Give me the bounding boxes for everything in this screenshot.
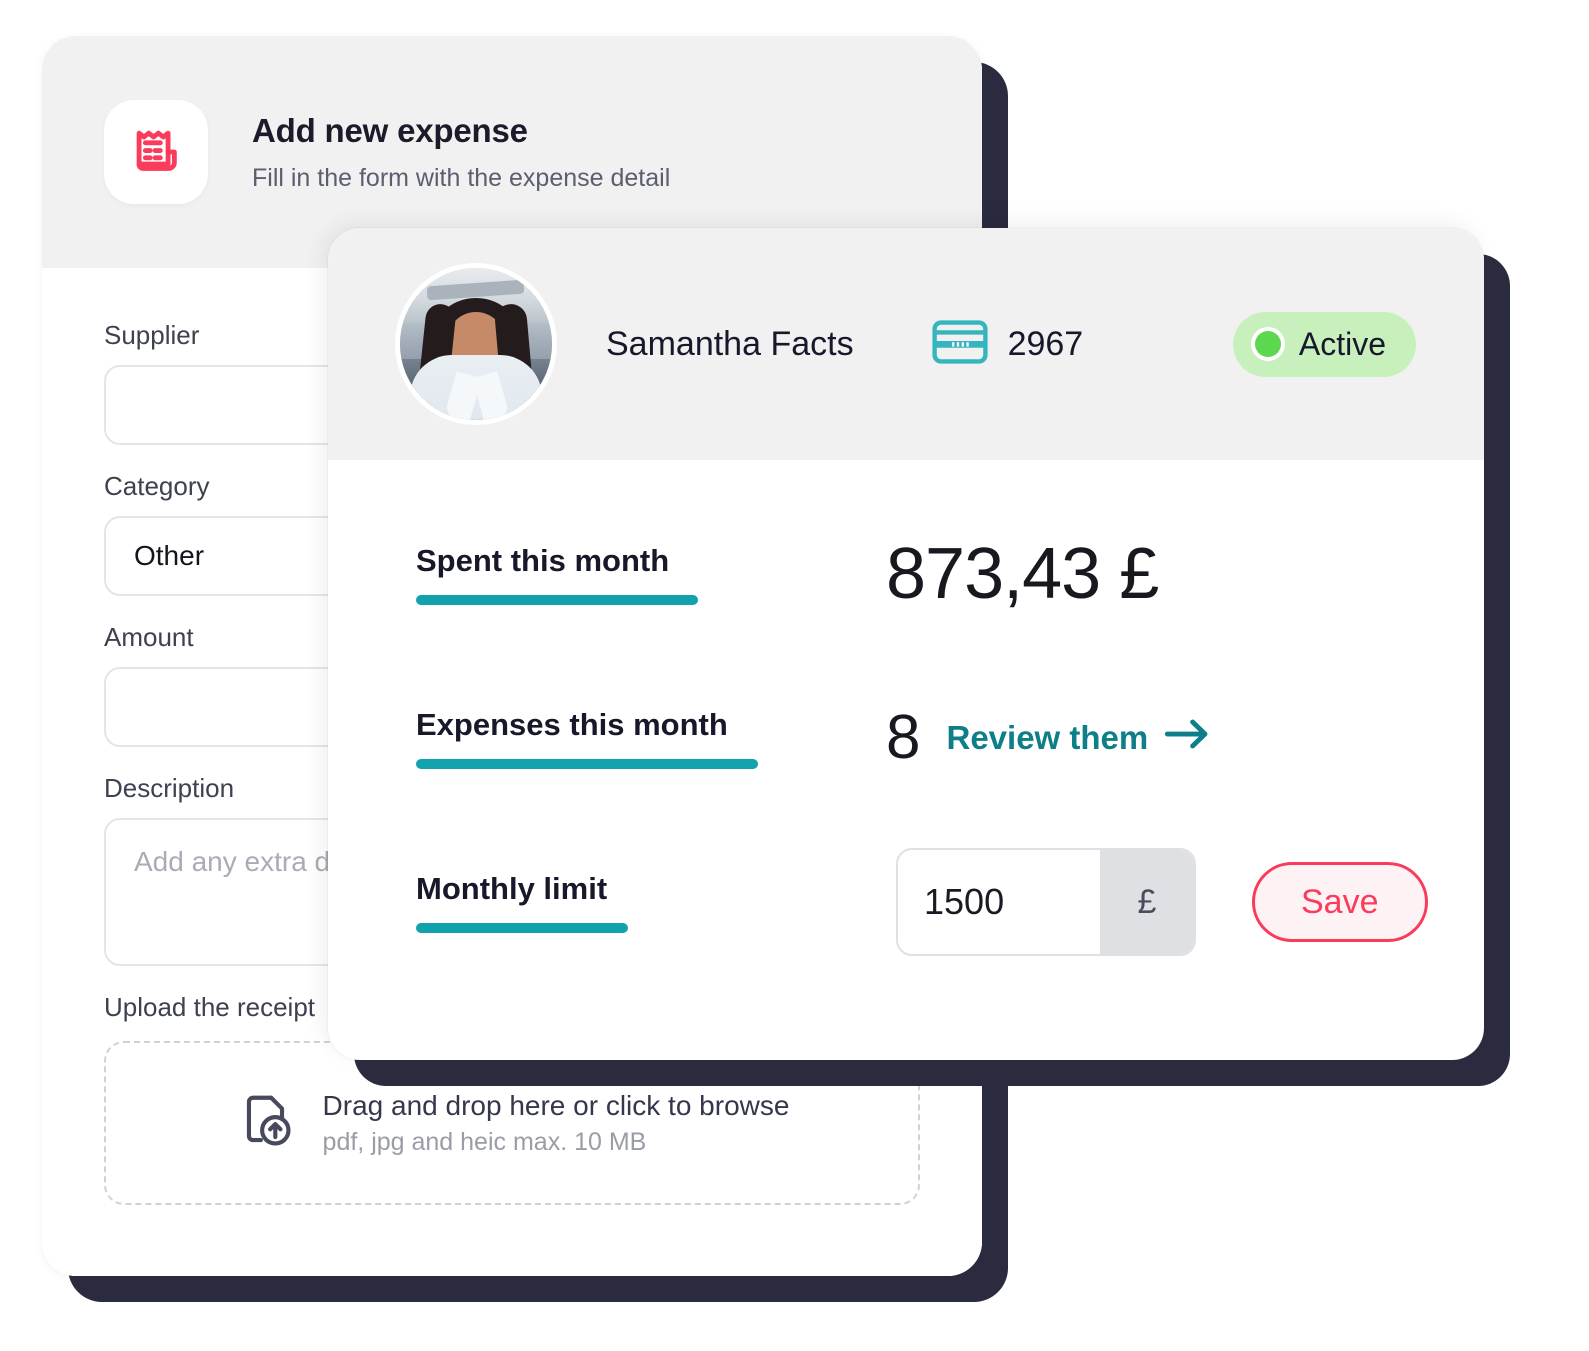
dropzone-main-text: Drag and drop here or click to browse xyxy=(322,1089,790,1121)
page-subtitle: Fill in the form with the expense detail xyxy=(252,163,671,192)
spent-value: 873,43 £ xyxy=(886,534,1159,614)
receipt-dropzone[interactable]: Drag and drop here or click to browse pd… xyxy=(104,1041,920,1205)
add-expense-header-text: Add new expense Fill in the form with th… xyxy=(252,112,670,193)
spent-label: Spent this month xyxy=(416,543,670,578)
dropzone-text: Drag and drop here or click to browse pd… xyxy=(323,1088,790,1158)
monthly-limit-input[interactable] xyxy=(898,850,1100,954)
monthly-limit-underline xyxy=(416,923,628,933)
card-detail-panel: Samantha Facts 2967 Active Spent this mo… xyxy=(328,228,1484,1060)
expenses-label: Expenses this month xyxy=(416,707,728,742)
status-badge: Active xyxy=(1232,311,1416,377)
stat-spent-this-month: Spent this month 873,43 £ xyxy=(416,518,1416,630)
stat-monthly-limit: Monthly limit £ Save xyxy=(416,846,1428,958)
currency-addon: £ xyxy=(1100,850,1194,954)
save-button[interactable]: Save xyxy=(1252,862,1428,942)
expenses-underline xyxy=(416,759,758,769)
card-number-group: 2967 xyxy=(931,319,1084,369)
card-holder-header: Samantha Facts 2967 Active xyxy=(328,228,1484,460)
receipt-icon xyxy=(104,100,208,204)
monthly-limit-label: Monthly limit xyxy=(416,871,608,906)
spent-underline xyxy=(416,595,698,605)
card-holder-name: Samantha Facts xyxy=(606,324,854,363)
dropzone-sub-text: pdf, jpg and heic max. 10 MB xyxy=(322,1127,647,1156)
screenshot-stage: Add new expense Fill in the form with th… xyxy=(0,0,1589,1351)
expenses-count: 8 xyxy=(886,703,921,772)
stat-expenses-this-month: Expenses this month 8 Review them xyxy=(416,682,1416,794)
arrow-right-icon xyxy=(1164,719,1210,757)
avatar xyxy=(400,268,552,420)
page-title: Add new expense xyxy=(252,111,528,149)
credit-card-icon xyxy=(931,319,988,369)
status-label: Active xyxy=(1298,325,1386,362)
review-link-label: Review them xyxy=(946,719,1149,756)
card-stats: Spent this month 873,43 £ Expenses this … xyxy=(328,460,1484,958)
card-last-four: 2967 xyxy=(1007,324,1084,363)
monthly-limit-controls: £ Save xyxy=(896,848,1428,956)
status-dot-icon xyxy=(1254,331,1281,357)
monthly-limit-field: £ xyxy=(896,848,1196,956)
review-expenses-link[interactable]: Review them xyxy=(946,719,1210,757)
file-upload-icon xyxy=(235,1090,297,1157)
